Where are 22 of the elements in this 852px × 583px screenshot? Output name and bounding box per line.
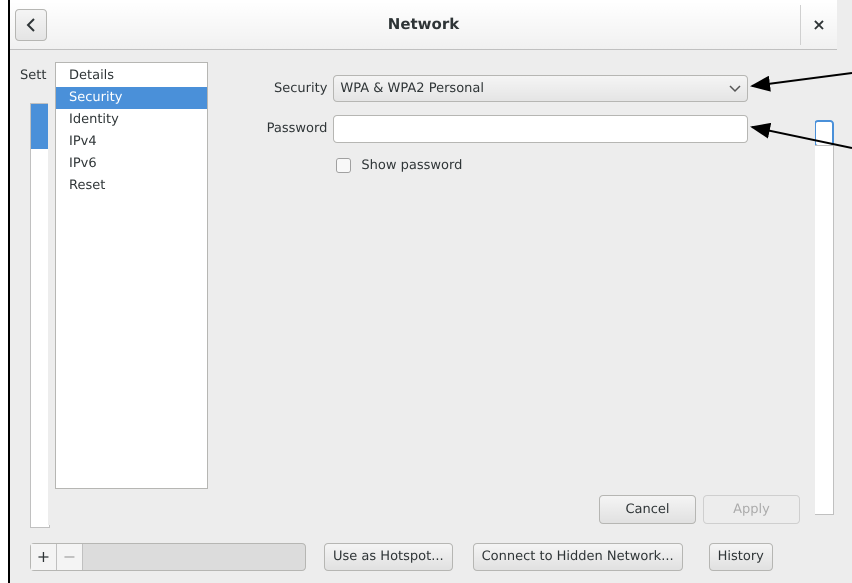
show-password-checkbox[interactable]: Show password <box>333 156 748 176</box>
add-button[interactable]: + <box>31 544 57 570</box>
section-item[interactable]: Details <box>56 65 207 87</box>
action-button[interactable]: History <box>708 543 773 571</box>
cancel-button[interactable]: Cancel <box>599 495 696 524</box>
action-button[interactable]: Use as Hotspot... <box>324 543 453 571</box>
sidebar-label: Sett <box>20 67 46 85</box>
section-item[interactable]: Identity <box>56 109 207 131</box>
security-dropdown[interactable]: WPA & WPA2 Personal <box>333 75 748 102</box>
selected-row[interactable] <box>31 104 49 149</box>
section-item[interactable]: IPv6 <box>56 153 207 175</box>
security-label: Security <box>273 80 328 98</box>
action-button[interactable]: Connect to Hidden Network... <box>472 543 683 571</box>
password-field[interactable] <box>333 115 748 143</box>
chevron-down-icon <box>729 84 741 92</box>
section-item[interactable]: IPv4 <box>56 131 207 153</box>
section-item[interactable]: Reset <box>56 175 207 197</box>
back-button[interactable] <box>15 8 47 40</box>
window-title: Network <box>386 14 460 36</box>
chevron-left-icon <box>26 18 36 32</box>
password-label: Password <box>266 120 328 138</box>
close-button[interactable]: × <box>801 8 837 40</box>
